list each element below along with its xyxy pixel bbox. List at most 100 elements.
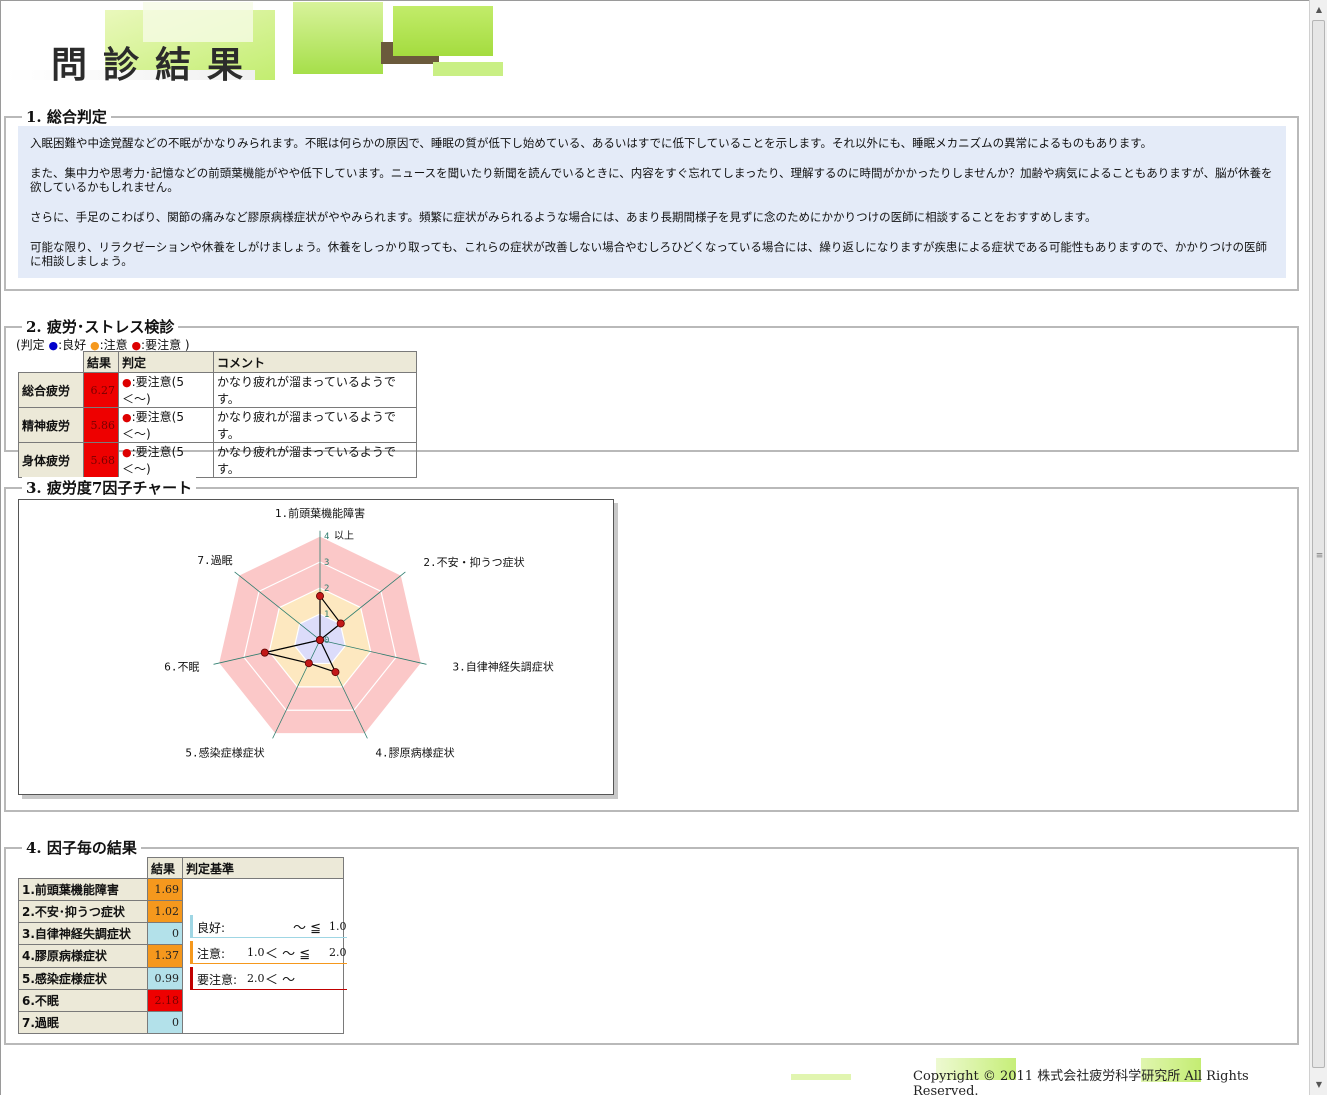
fatigue-table: 結果 判定 コメント 総合疲労 6.27 ●:要注意(5＜〜) かなり疲れが溜ま… xyxy=(18,351,417,478)
category-label: 5.感染症様症状 xyxy=(185,745,264,759)
scrollbar-thumb[interactable]: ≡ xyxy=(1312,20,1325,1068)
criteria-label: 要注意: xyxy=(197,973,238,987)
radar-chart: 0 1 2 3 4 以上 1.前頭葉機能障害 2.不安・抑うつ症状 3.自律神経失調症状 4.膠原… xyxy=(164,506,553,760)
result-value: 1.02 xyxy=(147,900,183,924)
row-label: 7.過眠 xyxy=(18,1010,148,1035)
category-label: 3.自律神経失調症状 xyxy=(452,659,553,673)
warning-dot-icon: ● xyxy=(122,376,132,389)
result-value: 5.68 xyxy=(83,442,119,478)
table-row: 総合疲労 6.27 ●:要注意(5＜〜) かなり疲れが溜まっているようです。 xyxy=(18,372,417,408)
row-label: 総合疲労 xyxy=(18,372,84,408)
top-border xyxy=(1,0,1310,1)
criteria-warning: 要注意: 2.0 ＜ 〜 xyxy=(190,967,347,990)
result-value: 5.86 xyxy=(83,407,119,443)
row-label: 5.感染症様症状 xyxy=(18,966,148,990)
scale-label: 3 xyxy=(324,558,329,568)
result-value: 6.27 xyxy=(83,372,119,408)
scale-label: 0 xyxy=(324,636,329,646)
result-value: 0 xyxy=(147,1010,183,1035)
criteria-lower: 1.0 xyxy=(247,946,265,959)
criteria-range: ＜ 〜 xyxy=(265,973,296,988)
result-value: 0.99 xyxy=(147,966,183,990)
section-overall-judgement: 1. 総合判定 入眠困難や中途覚醒などの不眠がかなりみられます。不眠は何らかの原… xyxy=(4,106,1299,291)
criteria-label: 良好: xyxy=(197,921,226,935)
table-row: 1.前頭葉機能障害 1.69 良好: 〜 ≦ 1.0 注意: 1.0 ＜ 〜 ≦ xyxy=(18,877,347,1034)
column-header: 結果 xyxy=(83,351,119,373)
banner-block xyxy=(433,62,503,76)
data-point xyxy=(331,668,340,677)
chart-frame: 0 1 2 3 4 以上 1.前頭葉機能障害 2.不安・抑うつ症状 3.自律神経失調症状 4.膠原… xyxy=(18,499,614,795)
category-label: 4.膠原病様症状 xyxy=(375,745,454,759)
category-label: 6.不眠 xyxy=(164,660,199,673)
row-label: 1.前頭葉機能障害 xyxy=(18,877,148,902)
section-fatigue-stress: 2. 疲労･ストレス検診 (判定 ●:良好 ●:注意 ●:要注意 ) 結果 判定… xyxy=(4,316,1299,478)
judgement-text: :要注意(5＜〜) xyxy=(122,445,184,476)
scale-max-label: 以上 xyxy=(334,530,354,542)
scroll-up-icon[interactable]: ▲ xyxy=(1311,1,1327,18)
table-corner xyxy=(18,857,148,879)
data-point xyxy=(336,619,345,628)
result-value: 1.69 xyxy=(147,877,183,902)
section-legend: 2. 疲労･ストレス検診 xyxy=(22,316,179,337)
result-value: 2.18 xyxy=(147,988,183,1012)
table-row: 身体疲労 5.68 ●:要注意(5＜〜) かなり疲れが溜まっているようです。 xyxy=(18,442,417,478)
legend-caution: :注意 xyxy=(99,338,132,352)
section-legend: 4. 因子毎の結果 xyxy=(22,837,141,858)
section-legend: 3. 疲労度7因子チャート xyxy=(22,477,197,498)
judgement-text: :要注意(5＜〜) xyxy=(122,410,184,441)
criteria-legend: 良好: 〜 ≦ 1.0 注意: 1.0 ＜ 〜 ≦ 2.0 要注意: 2.0 ＜… xyxy=(186,879,347,1033)
row-label: 4.膠原病様症状 xyxy=(18,944,148,968)
vertical-scrollbar[interactable]: ▲ ≡ ▼ xyxy=(1309,0,1327,1095)
table-row: 精神疲労 5.86 ●:要注意(5＜〜) かなり疲れが溜まっているようです。 xyxy=(18,407,417,443)
section-legend: 1. 総合判定 xyxy=(22,106,111,127)
banner-block xyxy=(293,2,383,74)
column-header: 判定 xyxy=(118,351,214,373)
comment-cell: かなり疲れが溜まっているようです。 xyxy=(213,442,417,478)
result-value: 0 xyxy=(147,922,183,946)
column-header: 判定基準 xyxy=(182,857,344,879)
scale-label: 1 xyxy=(324,610,329,620)
category-label: 2.不安・抑うつ症状 xyxy=(423,555,524,569)
comment-cell: かなり疲れが溜まっているようです。 xyxy=(213,372,417,408)
page: 問診結果 1. 総合判定 入眠困難や中途覚醒などの不眠がかなりみられます。不眠は… xyxy=(0,0,1310,1099)
row-label: 3.自律神経失調症状 xyxy=(18,922,148,946)
criteria-caution: 注意: 1.0 ＜ 〜 ≦ 2.0 xyxy=(190,941,347,964)
scale-label: 4 xyxy=(324,532,329,542)
summary-text-box: 入眠困難や中途覚醒などの不眠がかなりみられます。不眠は何らかの原因で、睡眠の質が… xyxy=(18,126,1286,278)
category-label: 1.前頭葉機能障害 xyxy=(275,506,365,520)
row-label: 精神疲労 xyxy=(18,407,84,443)
criteria-lower: 2.0 xyxy=(247,972,265,985)
data-point xyxy=(260,648,269,657)
warning-dot-icon: ● xyxy=(122,446,132,459)
section-factor-results: 4. 因子毎の結果 結果 判定基準 1.前頭葉機能障害 1.69 良好: 〜 ≦… xyxy=(4,837,1299,1045)
column-header: コメント xyxy=(213,351,417,373)
judgement-cell: ●:要注意(5＜〜) xyxy=(118,407,214,443)
judgement-cell: ●:要注意(5＜〜) xyxy=(118,442,214,478)
criteria-upper: 1.0 xyxy=(329,920,347,933)
judgement-cell: ●:要注意(5＜〜) xyxy=(118,372,214,408)
criteria-cell: 良好: 〜 ≦ 1.0 注意: 1.0 ＜ 〜 ≦ 2.0 要注意: 2.0 ＜… xyxy=(182,878,347,1034)
scale-label: 2 xyxy=(324,584,329,594)
banner-block xyxy=(393,6,493,56)
page-title: 問診結果 xyxy=(51,44,260,86)
summary-paragraph: また、集中力や思考力･記憶などの前頭葉機能がやや低下しています。ニュースを聞いた… xyxy=(30,166,1273,194)
criteria-range: 〜 ≦ xyxy=(293,921,322,936)
row-label: 6.不眠 xyxy=(18,988,148,1012)
criteria-range: ＜ 〜 ≦ xyxy=(265,947,311,962)
scroll-down-icon[interactable]: ▼ xyxy=(1311,1076,1327,1093)
section-radar-chart: 3. 疲労度7因子チャート 0 1 2 3 4 以上 1.前頭葉機能障害 2.不安・抑うつ症状… xyxy=(4,477,1299,812)
header-banner: 問診結果 xyxy=(3,2,563,86)
row-label: 身体疲労 xyxy=(18,442,84,478)
judgement-text: :要注意(5＜〜) xyxy=(122,375,184,406)
column-header: 結果 xyxy=(147,857,183,879)
summary-paragraph: 可能な限り、リラクゼーションや休養をしがけましょう。休養をしっかり取っても、これ… xyxy=(30,240,1268,268)
footer-decoration xyxy=(791,1074,851,1080)
row-label: 2.不安･抑うつ症状 xyxy=(18,900,148,924)
legend-prefix: (判定 xyxy=(16,338,49,352)
criteria-upper: 2.0 xyxy=(329,946,347,959)
result-value: 1.37 xyxy=(147,944,183,968)
warning-dot-icon: ● xyxy=(122,411,132,424)
data-point xyxy=(304,659,313,668)
legend-warning: :要注意 ) xyxy=(141,338,190,352)
criteria-label: 注意: xyxy=(197,947,226,961)
